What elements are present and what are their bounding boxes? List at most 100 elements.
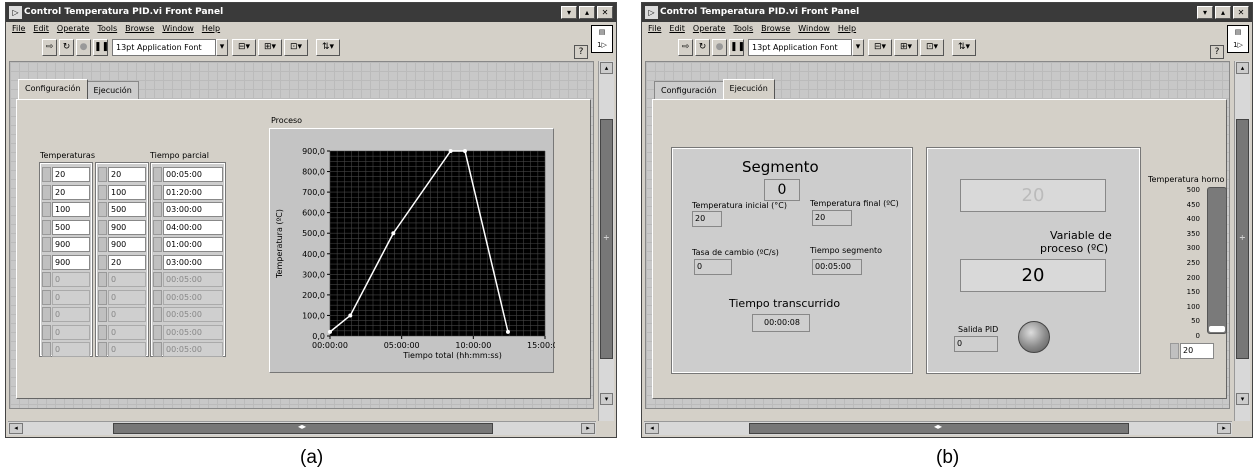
vertical-scrollbar[interactable]: ▴ ÷ ▾ (1234, 61, 1250, 421)
temp-start-cell[interactable]: 0 (52, 289, 90, 305)
array-index-stepper-icon[interactable] (153, 289, 162, 305)
menu-file[interactable]: File (648, 22, 661, 36)
array-index-stepper-icon[interactable] (42, 202, 51, 217)
array-index-stepper-icon[interactable] (98, 307, 107, 322)
scroll-up-icon[interactable]: ▴ (600, 62, 613, 74)
menu-file[interactable]: File (12, 22, 25, 36)
distribute-objects-icon[interactable]: ⊞▾ (258, 39, 282, 56)
tiempo-cell[interactable]: 01:20:00 (163, 184, 223, 200)
temp-start-cell[interactable]: 900 (52, 237, 90, 252)
menu-browse[interactable]: Browse (125, 22, 154, 36)
array-index-stepper-icon[interactable] (153, 307, 162, 322)
tiempo-cell[interactable]: 00:05:00 (163, 342, 223, 357)
scroll-left-icon[interactable]: ◂ (9, 423, 23, 434)
temp-start-cell[interactable]: 20 (52, 167, 90, 182)
align-objects-icon[interactable]: ⊟▾ (868, 39, 892, 56)
array-index-stepper-icon[interactable] (153, 254, 162, 270)
pause-icon[interactable]: ❚❚ (93, 39, 109, 56)
array-index-stepper-icon[interactable] (98, 202, 107, 217)
temp-start-cell[interactable]: 500 (52, 219, 90, 235)
temp-end-cell[interactable]: 0 (108, 324, 146, 340)
menu-window[interactable]: Window (798, 22, 830, 36)
menu-tools[interactable]: Tools (733, 22, 753, 36)
close-button[interactable]: ✕ (1233, 6, 1249, 19)
pause-icon[interactable]: ❚❚ (729, 39, 745, 56)
maximize-button[interactable]: ▴ (579, 6, 595, 19)
scroll-right-icon[interactable]: ▸ (1217, 423, 1231, 434)
array-index-stepper-icon[interactable] (98, 219, 107, 235)
array-index-stepper-icon[interactable] (42, 254, 51, 270)
help-icon[interactable]: ? (574, 45, 588, 59)
temp-start-cell[interactable]: 900 (52, 254, 90, 270)
menu-operate[interactable]: Operate (57, 22, 90, 36)
temp-start-cell[interactable]: 0 (52, 342, 90, 357)
menu-help[interactable]: Help (838, 22, 856, 36)
array-index-stepper-icon[interactable] (98, 324, 107, 340)
tab-ejecucion[interactable]: Ejecución (722, 79, 775, 99)
horno-increment-icon[interactable] (1170, 343, 1179, 359)
minimize-button[interactable]: ▾ (1197, 6, 1213, 19)
vertical-scrollbar[interactable]: ▴ ÷ ▾ (598, 61, 614, 421)
horizontal-scrollbar[interactable]: ◂ ◂▸ ▸ (8, 421, 596, 435)
run-continuously-icon[interactable]: ↻ (59, 39, 74, 56)
array-index-stepper-icon[interactable] (42, 167, 51, 182)
temp-start-cell[interactable]: 0 (52, 307, 90, 322)
array-index-stepper-icon[interactable] (98, 272, 107, 287)
menu-tools[interactable]: Tools (97, 22, 117, 36)
temp-start-cell[interactable]: 20 (52, 184, 90, 200)
array-index-stepper-icon[interactable] (42, 219, 51, 235)
menu-edit[interactable]: Edit (33, 22, 49, 36)
temp-end-cell[interactable]: 0 (108, 272, 146, 287)
temp-start-cell[interactable]: 100 (52, 202, 90, 217)
menu-operate[interactable]: Operate (693, 22, 726, 36)
font-selector[interactable]: 13pt Application Font (748, 39, 852, 56)
tab-configuracion[interactable]: Configuración (18, 79, 88, 99)
array-index-stepper-icon[interactable] (153, 167, 162, 182)
distribute-objects-icon[interactable]: ⊞▾ (894, 39, 918, 56)
tiempo-cell[interactable]: 00:05:00 (163, 307, 223, 322)
array-index-stepper-icon[interactable] (42, 342, 51, 357)
tiempo-cell[interactable]: 01:00:00 (163, 237, 223, 252)
font-dropdown-arrow-icon[interactable]: ▾ (216, 39, 228, 56)
menu-browse[interactable]: Browse (761, 22, 790, 36)
tiempo-cell[interactable]: 00:05:00 (163, 324, 223, 340)
temp-end-cell[interactable]: 900 (108, 237, 146, 252)
run-arrow-icon[interactable]: ⇨ (42, 39, 57, 56)
scroll-down-icon[interactable]: ▾ (600, 393, 613, 405)
array-index-stepper-icon[interactable] (98, 184, 107, 200)
minimize-button[interactable]: ▾ (561, 6, 577, 19)
array-index-stepper-icon[interactable] (42, 324, 51, 340)
temp-end-cell[interactable]: 0 (108, 289, 146, 305)
array-index-stepper-icon[interactable] (153, 202, 162, 217)
array-index-stepper-icon[interactable] (98, 342, 107, 357)
tiempo-cell[interactable]: 04:00:00 (163, 219, 223, 235)
array-index-stepper-icon[interactable] (42, 237, 51, 252)
array-index-stepper-icon[interactable] (98, 167, 107, 182)
menu-window[interactable]: Window (162, 22, 194, 36)
array-index-stepper-icon[interactable] (42, 272, 51, 287)
help-icon[interactable]: ? (1210, 45, 1224, 59)
run-arrow-icon[interactable]: ⇨ (678, 39, 693, 56)
temp-end-cell[interactable]: 900 (108, 219, 146, 235)
array-index-stepper-icon[interactable] (153, 237, 162, 252)
align-objects-icon[interactable]: ⊟▾ (232, 39, 256, 56)
menu-help[interactable]: Help (202, 22, 220, 36)
scroll-down-icon[interactable]: ▾ (1236, 393, 1249, 405)
tiempo-cell[interactable]: 03:00:00 (163, 254, 223, 270)
tiempo-cell[interactable]: 00:05:00 (163, 272, 223, 287)
array-index-stepper-icon[interactable] (153, 272, 162, 287)
maximize-button[interactable]: ▴ (1215, 6, 1231, 19)
resize-objects-icon[interactable]: ⊡▾ (920, 39, 944, 56)
reorder-icon[interactable]: ⇅▾ (952, 39, 976, 56)
reorder-icon[interactable]: ⇅▾ (316, 39, 340, 56)
array-index-stepper-icon[interactable] (153, 219, 162, 235)
temp-end-cell[interactable]: 20 (108, 254, 146, 270)
tiempo-cell[interactable]: 00:05:00 (163, 289, 223, 305)
font-dropdown-arrow-icon[interactable]: ▾ (852, 39, 864, 56)
array-index-stepper-icon[interactable] (98, 289, 107, 305)
tiempo-cell[interactable]: 00:05:00 (163, 167, 223, 182)
resize-objects-icon[interactable]: ⊡▾ (284, 39, 308, 56)
array-index-stepper-icon[interactable] (153, 342, 162, 357)
horizontal-scrollbar[interactable]: ◂ ◂▸ ▸ (644, 421, 1232, 435)
temp-end-cell[interactable]: 0 (108, 307, 146, 322)
